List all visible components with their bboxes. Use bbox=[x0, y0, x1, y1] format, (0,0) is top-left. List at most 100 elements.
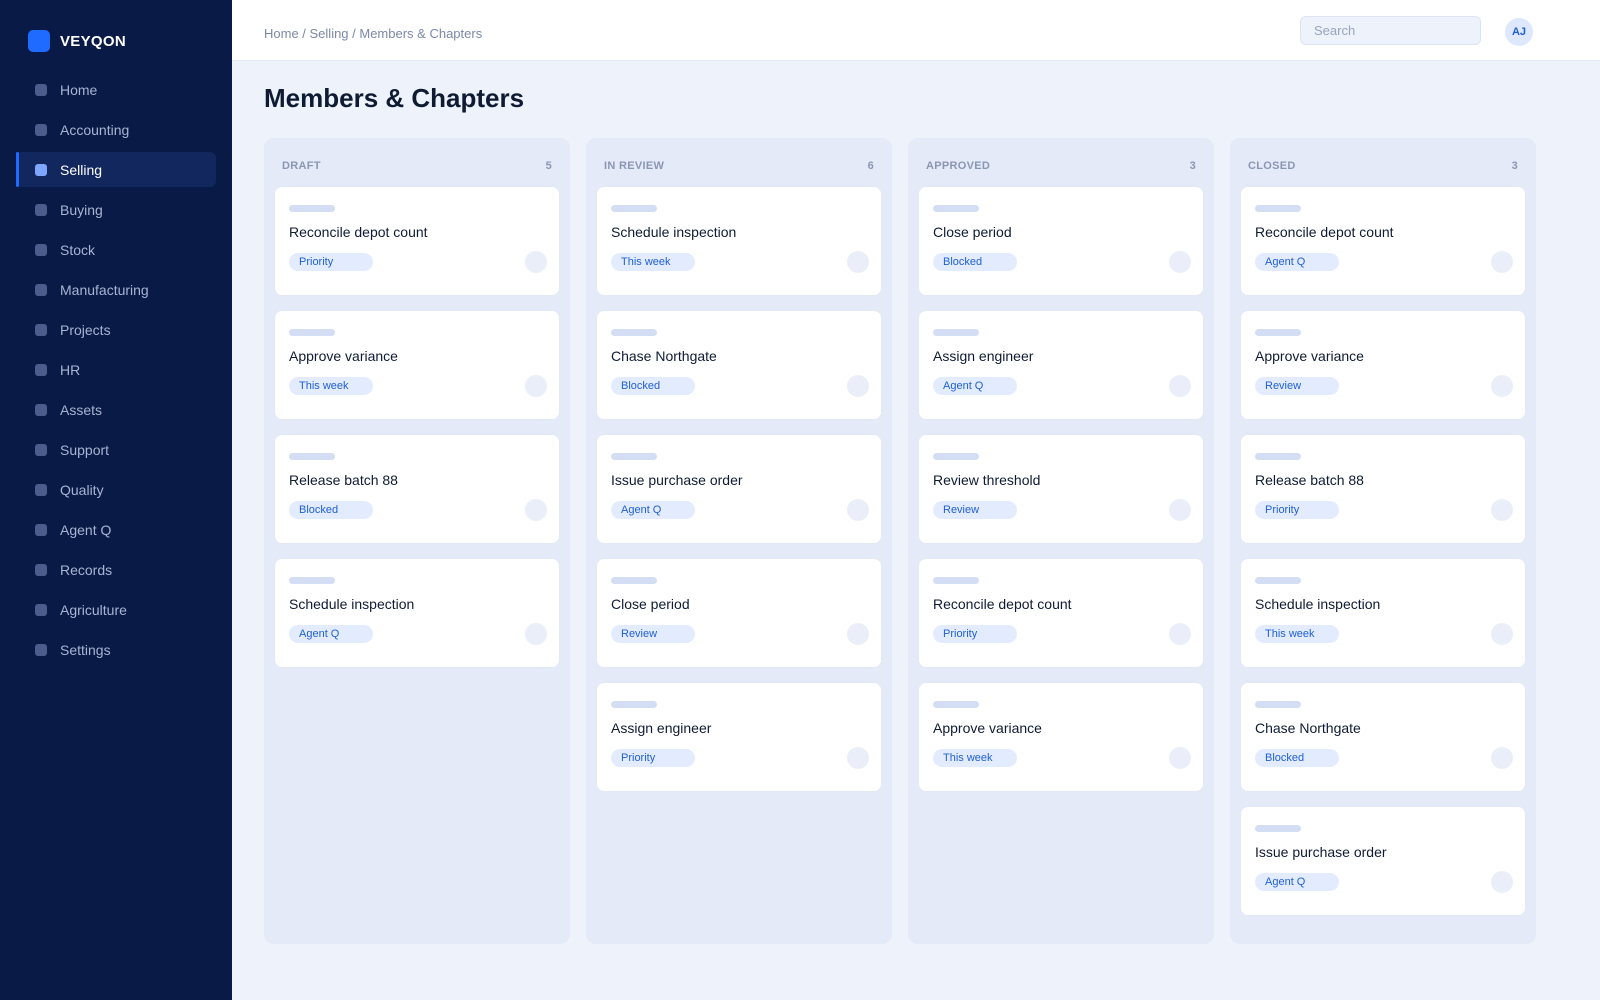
task-card[interactable]: Reconcile depot count Priority bbox=[274, 186, 560, 296]
sidebar-item-label: Projects bbox=[60, 321, 111, 338]
task-card[interactable]: Close period Blocked bbox=[918, 186, 1204, 296]
sidebar-item-home[interactable]: Home bbox=[16, 72, 216, 107]
card-title: Approve variance bbox=[933, 720, 1042, 736]
card-tag: This week bbox=[611, 253, 695, 271]
sidebar-item-quality[interactable]: Quality bbox=[16, 472, 216, 507]
nav-square-icon bbox=[35, 563, 47, 576]
card-label-bar bbox=[933, 329, 979, 336]
sidebar-item-label: Settings bbox=[60, 641, 111, 658]
assignee-avatar[interactable] bbox=[1491, 499, 1513, 521]
task-card[interactable]: Issue purchase order Agent Q bbox=[1240, 806, 1526, 916]
sidebar-item-assets[interactable]: Assets bbox=[16, 392, 216, 427]
assignee-avatar[interactable] bbox=[525, 499, 547, 521]
assignee-avatar[interactable] bbox=[1169, 747, 1191, 769]
assignee-avatar[interactable] bbox=[847, 499, 869, 521]
top-bar: Home / Selling / Members & Chapters AJ bbox=[232, 0, 1600, 61]
task-card[interactable]: Schedule inspection This week bbox=[596, 186, 882, 296]
card-title: Reconcile depot count bbox=[289, 224, 428, 240]
card-label-bar bbox=[933, 205, 979, 212]
sidebar-item-manufacturing[interactable]: Manufacturing bbox=[16, 272, 216, 307]
sidebar-item-label: Accounting bbox=[60, 121, 130, 138]
column-title: IN REVIEW bbox=[604, 160, 665, 172]
card-title: Issue purchase order bbox=[611, 472, 743, 488]
sidebar-item-selling[interactable]: Selling bbox=[16, 152, 216, 187]
card-tag: Agent Q bbox=[933, 377, 1017, 395]
assignee-avatar[interactable] bbox=[847, 251, 869, 273]
assignee-avatar[interactable] bbox=[1491, 375, 1513, 397]
task-card[interactable]: Assign engineer Priority bbox=[596, 682, 882, 792]
card-tag: This week bbox=[289, 377, 373, 395]
sidebar-item-label: Stock bbox=[60, 241, 96, 258]
sidebar-item-agriculture[interactable]: Agriculture bbox=[16, 592, 216, 627]
column-header: IN REVIEW 6 bbox=[604, 160, 874, 172]
card-tag: Agent Q bbox=[289, 625, 373, 643]
task-card[interactable]: Chase Northgate Blocked bbox=[1240, 682, 1526, 792]
task-card[interactable]: Chase Northgate Blocked bbox=[596, 310, 882, 420]
task-card[interactable]: Reconcile depot count Priority bbox=[918, 558, 1204, 668]
task-card[interactable]: Release batch 88 Priority bbox=[1240, 434, 1526, 544]
assignee-avatar[interactable] bbox=[1169, 251, 1191, 273]
sidebar-item-label: Home bbox=[60, 81, 98, 98]
assignee-avatar[interactable] bbox=[1169, 375, 1191, 397]
search-input[interactable] bbox=[1300, 16, 1481, 45]
task-card[interactable]: Assign engineer Agent Q bbox=[918, 310, 1204, 420]
card-list: Schedule inspection This week Chase Northg… bbox=[596, 186, 882, 806]
task-card[interactable]: Review threshold Review bbox=[918, 434, 1204, 544]
card-label-bar bbox=[289, 205, 335, 212]
card-title: Schedule inspection bbox=[1255, 596, 1381, 612]
assignee-avatar[interactable] bbox=[525, 251, 547, 273]
sidebar-item-buying[interactable]: Buying bbox=[16, 192, 216, 227]
assignee-avatar[interactable] bbox=[525, 623, 547, 645]
card-tag: Priority bbox=[1255, 501, 1339, 519]
sidebar-item-stock[interactable]: Stock bbox=[16, 232, 216, 267]
assignee-avatar[interactable] bbox=[1169, 623, 1191, 645]
task-card[interactable]: Issue purchase order Agent Q bbox=[596, 434, 882, 544]
assignee-avatar[interactable] bbox=[525, 375, 547, 397]
sidebar-item-support[interactable]: Support bbox=[16, 432, 216, 467]
card-label-bar bbox=[1255, 329, 1301, 336]
card-tag: This week bbox=[1255, 625, 1339, 643]
sidebar-item-label: Quality bbox=[60, 481, 104, 498]
assignee-avatar[interactable] bbox=[1491, 251, 1513, 273]
nav-square-icon bbox=[35, 123, 47, 136]
sidebar-item-records[interactable]: Records bbox=[16, 552, 216, 587]
assignee-avatar[interactable] bbox=[1169, 499, 1191, 521]
nav-square-icon bbox=[35, 443, 47, 456]
sidebar-item-accounting[interactable]: Accounting bbox=[16, 112, 216, 147]
assignee-avatar[interactable] bbox=[847, 623, 869, 645]
card-title: Review threshold bbox=[933, 472, 1041, 488]
task-card[interactable]: Approve variance This week bbox=[274, 310, 560, 420]
brand-name: VEYQON bbox=[60, 32, 126, 50]
card-title: Approve variance bbox=[1255, 348, 1364, 364]
assignee-avatar[interactable] bbox=[847, 375, 869, 397]
sidebar-item-label: Assets bbox=[60, 401, 103, 418]
task-card[interactable]: Approve variance This week bbox=[918, 682, 1204, 792]
card-label-bar bbox=[611, 453, 657, 460]
assignee-avatar[interactable] bbox=[1491, 623, 1513, 645]
sidebar-item-projects[interactable]: Projects bbox=[16, 312, 216, 347]
card-tag: Review bbox=[611, 625, 695, 643]
card-title: Chase Northgate bbox=[1255, 720, 1361, 736]
task-card[interactable]: Schedule inspection This week bbox=[1240, 558, 1526, 668]
column-closed: CLOSED 3 Reconcile depot count Agent Q Appro… bbox=[1230, 138, 1536, 944]
task-card[interactable]: Close period Review bbox=[596, 558, 882, 668]
column-title: APPROVED bbox=[926, 160, 991, 172]
card-label-bar bbox=[1255, 825, 1301, 832]
card-tag: Blocked bbox=[933, 253, 1017, 271]
card-tag: Priority bbox=[933, 625, 1017, 643]
card-list: Reconcile depot count Agent Q Approve vari… bbox=[1240, 186, 1526, 930]
task-card[interactable]: Reconcile depot count Agent Q bbox=[1240, 186, 1526, 296]
assignee-avatar[interactable] bbox=[1491, 871, 1513, 893]
avatar[interactable]: AJ bbox=[1505, 18, 1533, 46]
task-card[interactable]: Release batch 88 Blocked bbox=[274, 434, 560, 544]
task-card[interactable]: Schedule inspection Agent Q bbox=[274, 558, 560, 668]
sidebar-item-agent-q[interactable]: Agent Q bbox=[16, 512, 216, 547]
sidebar-item-settings[interactable]: Settings bbox=[16, 632, 216, 667]
sidebar-item-hr[interactable]: HR bbox=[16, 352, 216, 387]
card-label-bar bbox=[611, 701, 657, 708]
task-card[interactable]: Approve variance Review bbox=[1240, 310, 1526, 420]
brand[interactable]: VEYQON bbox=[28, 30, 126, 52]
card-label-bar bbox=[289, 329, 335, 336]
assignee-avatar[interactable] bbox=[1491, 747, 1513, 769]
assignee-avatar[interactable] bbox=[847, 747, 869, 769]
